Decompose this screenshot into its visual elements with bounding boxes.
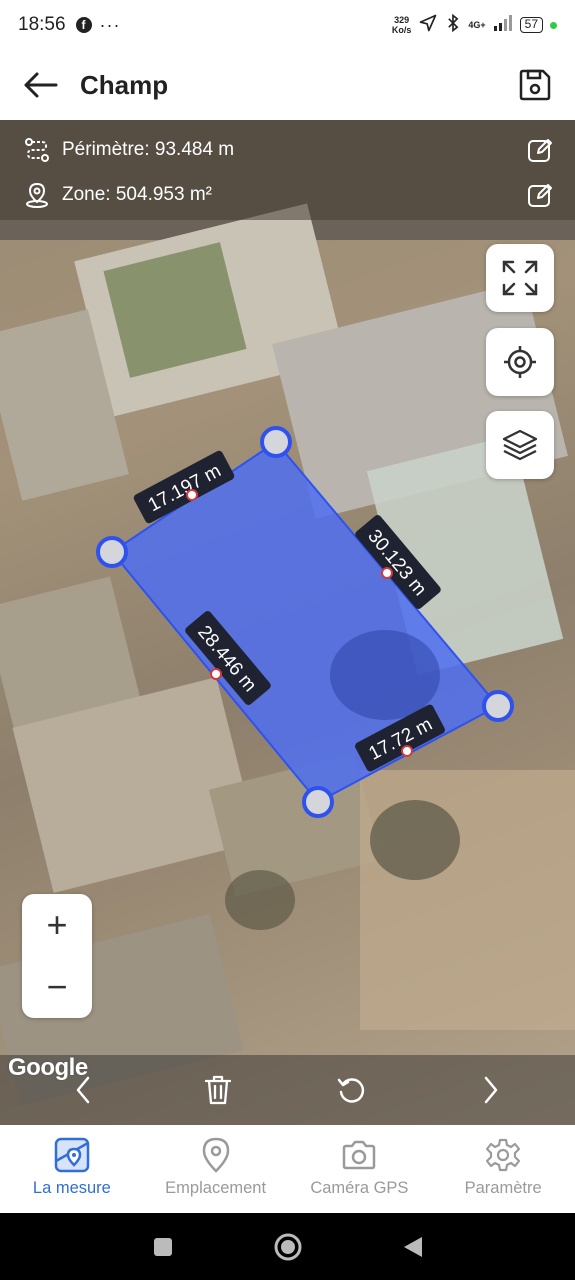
back-button[interactable] [18,63,62,107]
shadow-patch [330,630,440,720]
gear-icon [485,1137,521,1173]
delete-point-button[interactable] [193,1065,243,1115]
recent-apps-button[interactable] [143,1227,183,1267]
my-location-button[interactable] [486,328,554,396]
trash-icon [204,1075,232,1105]
edit-icon [528,139,552,162]
save-icon [519,69,551,101]
edge-midpoint-top [186,489,198,501]
edge-midpoint-left [210,668,222,680]
edit-icon [528,184,552,207]
nav-item-measure[interactable]: La mesure [0,1125,144,1213]
back-system-button[interactable] [393,1227,433,1267]
status-bar: 18:56 f ··· 329 Ko/s 4G+ 57 [0,0,575,50]
status-indicators: 329 Ko/s 4G+ 57 [392,13,557,38]
edge-midpoint-bottom [401,745,413,757]
map-measure-icon [54,1137,90,1173]
nav-item-settings[interactable]: Paramètre [431,1125,575,1213]
area-value: Zone: 504.953 m² [62,184,212,205]
edge-midpoint-right [381,567,393,579]
bottom-navigation: La mesure Emplacement Caméra GPS Paramèt… [0,1125,575,1213]
page-title: Champ [80,69,169,100]
nav-label: Emplacement [165,1179,267,1197]
status-time: 18:56 [18,14,66,35]
camera-icon [341,1137,377,1173]
location-pin-icon [198,1137,234,1173]
locate-icon [504,346,536,378]
battery-icon: 57 [519,17,543,33]
edit-perimeter-button[interactable] [525,135,555,165]
polygon-vertex-handle [302,786,334,818]
arrow-left-icon [24,72,58,98]
polygon-vertex-handle [260,426,292,458]
google-attribution: Google [8,1054,88,1081]
system-navigation-bar [0,1213,575,1280]
perimeter-value: Périmètre: 93.484 m [62,139,235,160]
chevron-right-icon [484,1076,498,1104]
undo-icon [337,1078,365,1103]
nav-item-gps-camera[interactable]: Caméra GPS [288,1125,432,1213]
navigation-icon [418,13,438,38]
more-notifications-icon: ··· [99,14,121,35]
edit-area-button[interactable] [525,180,555,210]
network-type: 4G+ [468,19,486,30]
route-icon [24,137,50,163]
nav-label: Caméra GPS [310,1179,409,1197]
zoom-controls: + − [22,894,92,1018]
zoom-out-button[interactable]: − [22,956,92,1018]
square-icon [153,1237,172,1256]
nav-item-location[interactable]: Emplacement [144,1125,288,1213]
charging-dot [550,21,557,29]
fullscreen-button[interactable] [486,244,554,312]
layers-icon [502,429,538,461]
next-point-button[interactable] [466,1065,516,1115]
facebook-icon: f [75,17,92,33]
undo-button[interactable] [326,1065,376,1115]
zoom-in-button[interactable]: + [22,894,92,956]
perimeter-row: Périmètre: 93.484 m [24,130,555,170]
fullscreen-icon [502,260,538,296]
area-row: Zone: 504.953 m² [24,175,555,215]
measurement-panel: Périmètre: 93.484 m Zone: 504.953 m² [0,120,575,220]
circle-icon [274,1233,301,1260]
nav-label: La mesure [32,1179,111,1197]
satellite-map[interactable]: 17.197 m 30.123 m 17.72 m 28.446 m Périm… [0,120,575,1125]
home-button[interactable] [268,1227,308,1267]
polygon-vertex-handle [482,690,514,722]
map-layers-button[interactable] [486,411,554,479]
location-area-icon [24,182,50,208]
save-button[interactable] [513,63,557,107]
network-speed: 329 Ko/s [391,15,412,35]
bluetooth-icon [445,13,461,38]
app-bar: Champ [0,50,575,120]
signal-icon [493,14,513,36]
polygon-vertex-handle [96,536,128,568]
nav-label: Paramètre [464,1179,542,1197]
triangle-back-icon [403,1236,422,1257]
